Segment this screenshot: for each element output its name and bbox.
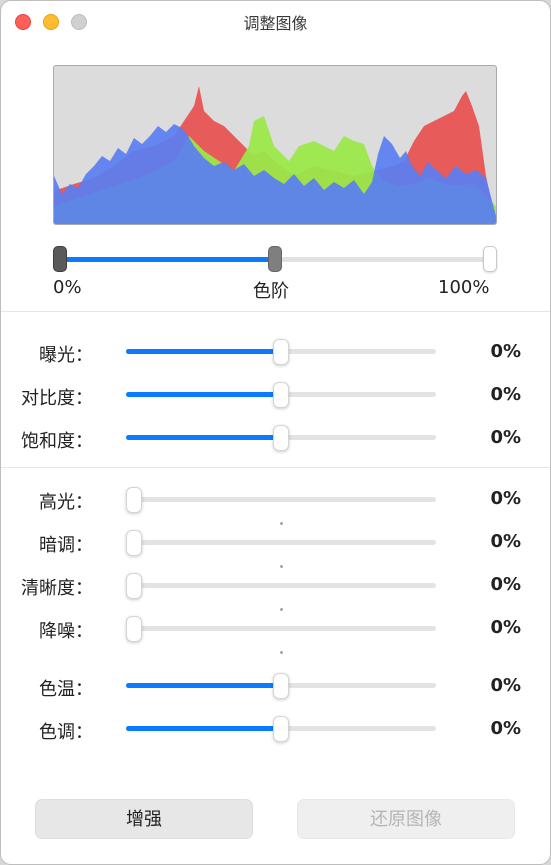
tint-label: 色调：	[39, 722, 93, 743]
contrast-slider[interactable]	[126, 382, 436, 408]
temperature-knob[interactable]	[273, 673, 289, 699]
shadows-track	[126, 540, 436, 545]
highlights-knob[interactable]	[126, 487, 142, 513]
levels-min-label: 0%	[53, 277, 82, 298]
black-point-handle[interactable]	[53, 246, 67, 272]
saturation-slider[interactable]	[126, 425, 436, 451]
shadows-slider[interactable]	[126, 530, 436, 568]
section-divider	[1, 467, 550, 468]
temperature-fill	[126, 683, 281, 688]
highlights-track	[126, 497, 436, 502]
contrast-value: 0%	[490, 384, 521, 405]
highlights-center-tick	[279, 522, 283, 525]
enhance-button[interactable]: 增强	[35, 799, 253, 839]
exposure-fill	[126, 349, 281, 354]
sharpness-center-tick	[279, 608, 283, 611]
midtone-handle[interactable]	[268, 246, 282, 272]
shadows-center-tick	[279, 565, 283, 568]
temperature-label: 色温：	[39, 679, 93, 700]
tint-fill	[126, 726, 281, 731]
shadows-value: 0%	[490, 531, 521, 552]
tint-value: 0%	[490, 718, 521, 739]
saturation-fill	[126, 435, 281, 440]
tint-knob[interactable]	[273, 716, 289, 742]
exposure-label: 曝光：	[39, 345, 93, 366]
sharpness-label: 清晰度：	[21, 578, 93, 599]
exposure-value: 0%	[490, 341, 521, 362]
saturation-knob[interactable]	[273, 425, 289, 451]
exposure-knob[interactable]	[273, 339, 289, 365]
levels-slider[interactable]	[53, 246, 497, 274]
saturation-value: 0%	[490, 427, 521, 448]
saturation-label: 饱和度：	[21, 431, 93, 452]
levels-max-label: 100%	[438, 277, 490, 298]
contrast-knob[interactable]	[273, 382, 289, 408]
window-title: 调整图像	[243, 14, 308, 33]
highlights-value: 0%	[490, 488, 521, 509]
noise-reduction-label: 降噪：	[39, 621, 93, 642]
exposure-slider[interactable]	[126, 339, 436, 365]
histogram-graph	[54, 86, 496, 224]
revert-image-button[interactable]: 还原图像	[297, 799, 515, 839]
sharpness-track	[126, 583, 436, 588]
sharpness-value: 0%	[490, 574, 521, 595]
noise-reduction-value: 0%	[490, 617, 521, 638]
temperature-value: 0%	[490, 675, 521, 696]
noise-reduction-track	[126, 626, 436, 631]
highlights-slider[interactable]	[126, 487, 436, 525]
noise-reduction-knob[interactable]	[126, 616, 142, 642]
levels-mid-label: 色阶	[253, 281, 289, 302]
contrast-label: 对比度：	[21, 388, 93, 409]
shadows-knob[interactable]	[126, 530, 142, 556]
contrast-fill	[126, 392, 281, 397]
levels-fill	[57, 257, 275, 262]
noise-reduction-slider[interactable]	[126, 616, 436, 654]
histogram	[53, 65, 497, 225]
temperature-slider[interactable]	[126, 673, 436, 699]
highlights-label: 高光：	[39, 492, 93, 513]
sharpness-slider[interactable]	[126, 573, 436, 611]
title-bar: 调整图像	[1, 1, 550, 41]
white-point-handle[interactable]	[483, 246, 497, 272]
tint-slider[interactable]	[126, 716, 436, 742]
adjust-image-window: 调整图像 0% 色阶 100% 曝光： 0% 对比度： 0% 饱和度： 0% 高…	[0, 0, 551, 865]
noise-reduction-center-tick	[279, 651, 283, 654]
sharpness-knob[interactable]	[126, 573, 142, 599]
section-divider	[1, 311, 550, 312]
shadows-label: 暗调：	[39, 535, 93, 556]
